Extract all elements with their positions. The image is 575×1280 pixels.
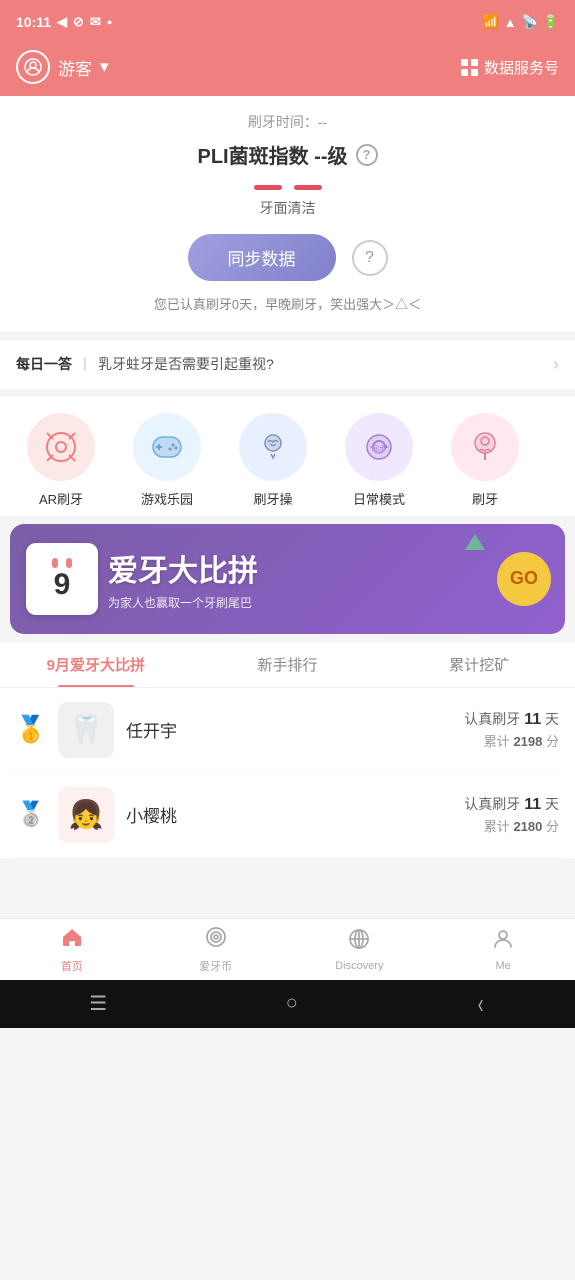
daily-label: 每日一答 (16, 354, 72, 374)
icon-ar[interactable]: AR刷牙 (8, 413, 114, 508)
service-label: 数据服务号 (484, 57, 559, 78)
signal-icon: 📶 (483, 14, 499, 30)
toothbrush-label: 刷牙 (472, 489, 498, 508)
table-row: 🥈 👧 小樱桃 认真刷牙 11 天 累计 2180 分 (12, 773, 563, 858)
rank-badge-1: 🥇 (16, 715, 46, 745)
android-menu-button[interactable]: ☰ (89, 991, 107, 1016)
nav-me[interactable]: Me (431, 919, 575, 980)
pli-label: PLI菌斑指数 --级 (198, 140, 348, 169)
pli-help-button[interactable]: ? (356, 144, 378, 166)
nav-coin-label: 爱牙币 (199, 958, 232, 974)
pli-title: PLI菌斑指数 --级 ? (20, 140, 555, 169)
banner-decoration (465, 534, 485, 550)
brushop-icon-circle (239, 413, 307, 481)
nav-discovery[interactable]: Discovery (288, 919, 432, 980)
sync-help-button[interactable]: ? (352, 240, 388, 276)
svg-text:同步: 同步 (372, 445, 386, 453)
coin-icon (204, 925, 228, 955)
calendar-number: 9 (54, 570, 71, 600)
ya-clean-label: 牙面清洁 (20, 198, 555, 218)
leader-name-1: 任开宇 (126, 717, 452, 742)
leader-stats-1: 认真刷牙 11 天 累计 2198 分 (464, 709, 559, 750)
main-card: 刷牙时间：-- PLI菌斑指数 --级 ? 牙面清洁 同步数据 ? 您已认真刷牙… (0, 96, 575, 331)
leader-stats-2: 认真刷牙 11 天 累计 2180 分 (464, 794, 559, 835)
icon-daily-mode[interactable]: 同步 日常模式 (326, 413, 432, 508)
leader-days-1: 认真刷牙 11 天 (464, 709, 559, 729)
me-icon (491, 927, 515, 957)
game-icon-circle (133, 413, 201, 481)
android-back-button[interactable]: ‹ (478, 988, 484, 1020)
status-time: 10:11 (16, 14, 51, 30)
dash-2 (294, 185, 322, 190)
banner-left: 9 (10, 543, 98, 615)
brushop-label: 刷牙操 (253, 489, 292, 508)
dash-indicator (20, 185, 555, 190)
daily-qa-row[interactable]: 每日一答 乳牙蛀牙是否需要引起重视? › (0, 339, 575, 389)
android-home-button[interactable]: ○ (286, 992, 298, 1015)
nav-home-label: 首页 (61, 958, 83, 974)
bottom-nav: 首页 爱牙币 Discovery (0, 918, 575, 980)
block-icon: ⊘ (73, 14, 84, 30)
top-nav: 游客 ▾ 数据服务号 (0, 44, 575, 96)
nav-coin[interactable]: 爱牙币 (144, 919, 288, 980)
brush-time-label: 刷牙时间：-- (20, 112, 555, 132)
chevron-right-icon: › (553, 354, 559, 375)
toothbrush-icon-circle (451, 413, 519, 481)
daily-separator (84, 357, 86, 371)
banner-title: 爱牙大比拼 (108, 546, 497, 590)
leader-points-2: 累计 2180 分 (464, 816, 559, 835)
ar-icon-circle (27, 413, 95, 481)
dash-1 (254, 185, 282, 190)
game-label: 游戏乐园 (141, 489, 193, 508)
user-menu[interactable]: 游客 ▾ (16, 50, 109, 84)
wifi-icon: ▲ (504, 15, 517, 30)
tab-new[interactable]: 新手排行 (192, 642, 384, 687)
service-button[interactable]: 数据服务号 (461, 57, 559, 78)
location-icon: ◀ (57, 14, 67, 30)
sync-button[interactable]: 同步数据 (188, 234, 336, 281)
leaderboard-list: 🥇 🦷 任开宇 认真刷牙 11 天 累计 2198 分 🥈 👧 小樱桃 (0, 688, 575, 858)
leaderboard-tabs: 9月爱牙大比拼 新手排行 累计挖矿 (0, 642, 575, 688)
discovery-icon (347, 927, 371, 957)
leader-points-1: 累计 2198 分 (464, 731, 559, 750)
leader-days-2: 认真刷牙 11 天 (464, 794, 559, 814)
daily-mode-label: 日常模式 (353, 489, 405, 508)
chevron-down-icon: ▾ (100, 57, 109, 77)
avatar: 👧 (58, 787, 114, 843)
ar-label: AR刷牙 (39, 489, 83, 508)
go-button[interactable]: GO (497, 552, 551, 606)
android-nav: ☰ ○ ‹ (0, 980, 575, 1028)
leader-name-2: 小樱桃 (126, 802, 452, 827)
email-icon: ✉ (90, 14, 101, 30)
feature-icon-grid: AR刷牙 游戏乐园 刷牙操 (0, 397, 575, 516)
banner[interactable]: 9 爱牙大比拼 为家人也赢取一个牙刷尾巴 GO (10, 524, 565, 634)
icon-game[interactable]: 游戏乐园 (114, 413, 220, 508)
encourage-text: 您已认真刷牙0天，早晚刷牙，笑出强大＞△＜ (20, 295, 555, 315)
dot-icon: ● (107, 17, 112, 27)
tab-sep-event[interactable]: 9月爱牙大比拼 (0, 642, 192, 687)
tab-mine[interactable]: 累计挖矿 (383, 642, 575, 687)
grid-icon (461, 59, 478, 76)
icon-toothbrush[interactable]: 刷牙 (432, 413, 538, 508)
status-bar: 10:11 ◀ ⊘ ✉ ● 📶 ▲ 📡 🔋 (0, 0, 575, 44)
avatar: 🦷 (58, 702, 114, 758)
icon-brush-op[interactable]: 刷牙操 (220, 413, 326, 508)
rank-badge-2: 🥈 (16, 800, 46, 830)
user-avatar-icon (16, 50, 50, 84)
banner-subtitle: 为家人也赢取一个牙刷尾巴 (108, 594, 497, 611)
calendar-icon: 9 (26, 543, 98, 615)
daily-icon-circle: 同步 (345, 413, 413, 481)
battery-icon: 🔋 (543, 14, 559, 30)
home-icon (60, 925, 84, 955)
nav-home[interactable]: 首页 (0, 919, 144, 980)
nav-discovery-label: Discovery (335, 960, 383, 972)
nav-me-label: Me (495, 960, 510, 972)
sync-row: 同步数据 ? (20, 234, 555, 281)
table-row: 🥇 🦷 任开宇 认真刷牙 11 天 累计 2198 分 (12, 688, 563, 773)
user-label: 游客 (58, 55, 92, 80)
daily-question: 乳牙蛀牙是否需要引起重视? (98, 354, 541, 374)
network-icon: 📡 (522, 14, 538, 30)
banner-text: 爱牙大比拼 为家人也赢取一个牙刷尾巴 (98, 546, 497, 611)
